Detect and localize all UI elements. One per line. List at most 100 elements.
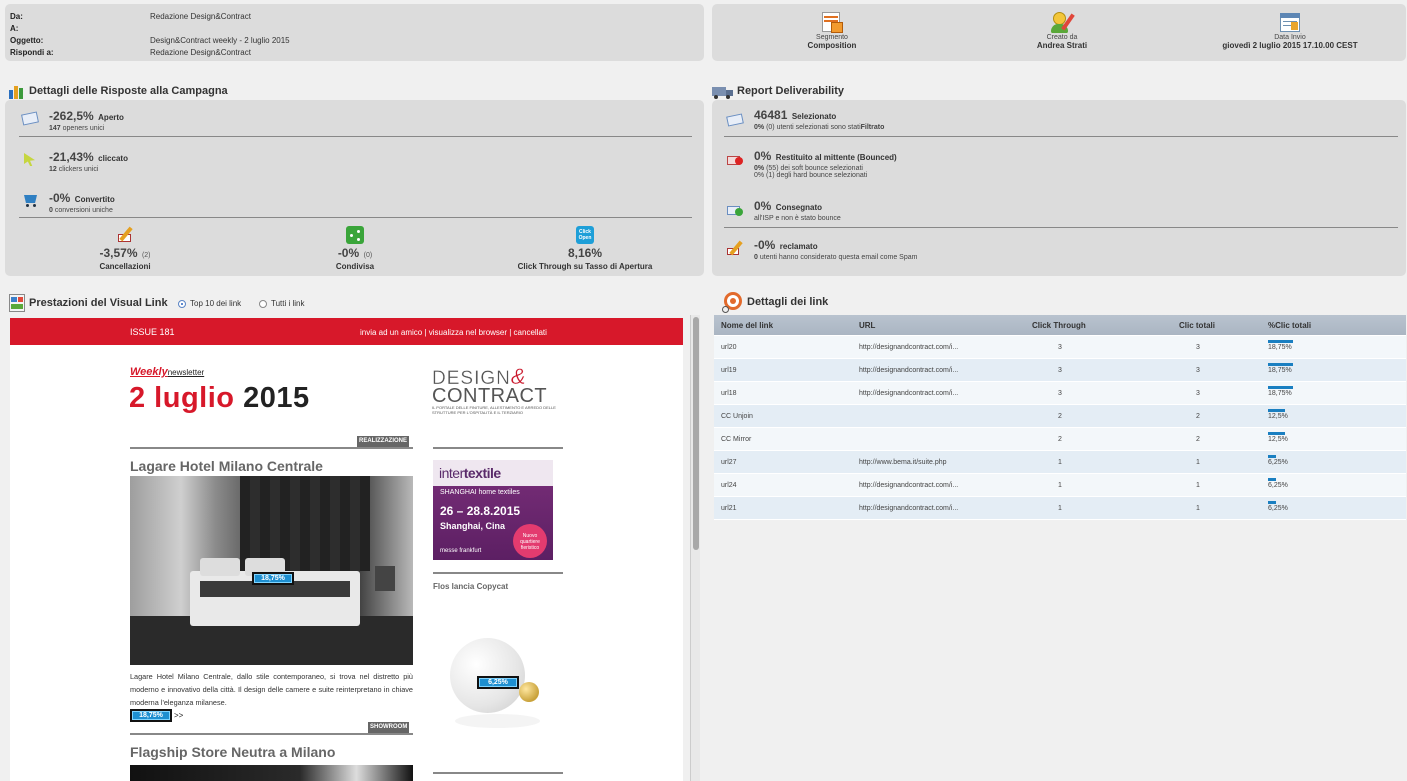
radio-all-links[interactable]: Tutti i link: [259, 299, 305, 308]
table-row[interactable]: CC Unjoin 2 2 12,5%: [714, 405, 1406, 428]
spam-icon: [726, 240, 744, 256]
radio-unselected-icon[interactable]: [259, 299, 267, 308]
header-row-to: A:: [10, 23, 19, 33]
responses-title: Dettagli delle Risposte alla Campagna: [8, 83, 228, 99]
pct-cell: 18,75%: [1268, 363, 1293, 374]
article1-title[interactable]: Lagare Hotel Milano Centrale: [130, 458, 323, 474]
envelope-icon: [21, 110, 39, 126]
brand-logo: DESIGN& CONTRACT IL PORTALE DELLE FINITU…: [432, 364, 556, 415]
link-name: url27: [721, 458, 737, 466]
link-name: CC Unjoin: [721, 412, 753, 420]
intertextile-ad[interactable]: intertextile SHANGHAI home textiles 26 –…: [433, 460, 553, 560]
link-details-title: Dettagli dei link: [722, 291, 828, 313]
table-row[interactable]: CC Mirror 2 2 12,5%: [714, 428, 1406, 451]
table-row[interactable]: url27 http://www.bema.it/suite.php 1 1 6,25%: [714, 451, 1406, 474]
deliv-selected: 46481 Selezionato 0% (0) utenti selezion…: [726, 106, 884, 131]
preview-scrollbar-track[interactable]: [690, 315, 700, 781]
newsletter-top-bar: ISSUE 181 invia ad un amico | visualizza…: [10, 318, 683, 345]
pct-cell: 6,25%: [1268, 455, 1288, 466]
table-row[interactable]: url19 http://designandcontract.com/i... 3 3…: [714, 359, 1406, 382]
selected-icon: [726, 111, 744, 127]
calendar-icon: [1277, 10, 1303, 34]
link-total-clicks: 2: [1196, 435, 1200, 443]
article2-title[interactable]: Flagship Store Neutra a Milano: [130, 744, 335, 760]
link-url[interactable]: http://designandcontract.com/i...: [859, 482, 958, 489]
click-badge[interactable]: 18,75%: [130, 709, 172, 722]
send-date-info: Data Invio giovedì 2 luglio 2015 17.10.0…: [1190, 10, 1390, 50]
col-total-clicks[interactable]: Clic totali: [1179, 321, 1215, 330]
click-badge[interactable]: 18,75%: [252, 572, 294, 585]
pct-bar: [1268, 455, 1277, 458]
article2-image[interactable]: [130, 765, 413, 781]
metric-converted: -0% Convertito 0 conversioni uniche: [21, 189, 115, 214]
click-badge[interactable]: 6,25%: [477, 676, 519, 689]
link-total-clicks: 1: [1196, 481, 1200, 489]
side-divider: [433, 447, 563, 449]
pct-cell: 18,75%: [1268, 340, 1293, 351]
side-divider: [433, 572, 563, 574]
article1-image[interactable]: [130, 476, 413, 665]
pct-label: 12,5%: [1268, 436, 1288, 443]
link-url[interactable]: http://designandcontract.com/i...: [859, 505, 958, 512]
deliv-delivered: 0% Consegnato all'ISP e non è stato boun…: [726, 197, 841, 222]
newsletter-date: 2 luglio 2015: [129, 382, 310, 414]
cart-icon: [21, 192, 39, 208]
article1-more-link[interactable]: >>: [174, 711, 183, 720]
table-row[interactable]: url20 http://designandcontract.com/i... 3 3…: [714, 336, 1406, 359]
link-click-through: 1: [1058, 481, 1062, 489]
col-pct-clicks[interactable]: %Clic totali: [1268, 321, 1311, 330]
link-name: CC Mirror: [721, 435, 752, 443]
pct-label: 18,75%: [1268, 367, 1292, 374]
pct-bar: [1268, 363, 1293, 366]
preview-scrollbar-thumb[interactable]: [693, 317, 699, 550]
metric-shared: -0% (0) Condivisa: [295, 226, 415, 271]
pct-bar: [1268, 386, 1293, 389]
pct-label: 12,5%: [1268, 413, 1288, 420]
weekly-label: Weeklynewsletter: [130, 366, 205, 378]
pct-label: 6,25%: [1268, 505, 1288, 512]
segment-icon: [819, 10, 845, 34]
col-url[interactable]: URL: [859, 321, 875, 330]
side-article-title[interactable]: Flos lancia Copycat: [433, 582, 508, 591]
layout-icon: [8, 293, 26, 313]
link-name: url20: [721, 343, 737, 351]
link-total-clicks: 2: [1196, 412, 1200, 420]
metric-opened: -262,5% Aperto 147 openers unici: [21, 107, 124, 132]
visual-link-title: Prestazioni del Visual Link: [8, 293, 168, 313]
segment-info: Segmento Composition: [792, 10, 872, 50]
side-divider: [433, 772, 563, 774]
link-click-through: 3: [1058, 343, 1062, 351]
newsletter-nav-links[interactable]: invia ad un amico | visualizza nel brows…: [360, 328, 547, 337]
deliverability-panel: 46481 Selezionato 0% (0) utenti selezion…: [712, 100, 1406, 276]
link-name: url24: [721, 481, 737, 489]
link-click-through: 2: [1058, 412, 1062, 420]
section-divider: [130, 733, 413, 735]
newsletter-preview[interactable]: ISSUE 181 invia ad un amico | visualizza…: [10, 318, 683, 781]
link-url[interactable]: http://designandcontract.com/i...: [859, 390, 958, 397]
divider: [19, 217, 692, 218]
pct-bar: [1268, 478, 1277, 481]
metric-click-to-open: Click Open 8,16% Click Through su Tasso …: [495, 226, 675, 271]
pct-cell: 12,5%: [1268, 432, 1288, 443]
table-row[interactable]: url18 http://designandcontract.com/i... 3 3…: [714, 382, 1406, 405]
header-row-from: Da: Redazione Design&Contract: [10, 11, 251, 21]
table-row[interactable]: url21 http://designandcontract.com/i... 1 1…: [714, 497, 1406, 520]
bounce-icon: [726, 152, 744, 168]
truck-icon: [712, 83, 734, 99]
divider: [724, 136, 1398, 137]
link-url[interactable]: http://designandcontract.com/i...: [859, 367, 958, 374]
col-name[interactable]: Nome del link: [721, 321, 773, 330]
link-url[interactable]: http://designandcontract.com/i...: [859, 344, 958, 351]
creator-icon: [1049, 10, 1075, 34]
col-click-through[interactable]: Click Through: [1032, 321, 1086, 330]
deliverability-title: Report Deliverability: [712, 83, 844, 99]
table-row[interactable]: url24 http://designandcontract.com/i... 1 1…: [714, 474, 1406, 497]
link-url[interactable]: http://www.bema.it/suite.php: [859, 459, 947, 466]
section-divider: [130, 447, 413, 449]
pct-label: 6,25%: [1268, 459, 1288, 466]
header-row-subject: Oggetto: Design&Contract weekly - 2 lugli…: [10, 35, 290, 45]
pct-cell: 18,75%: [1268, 386, 1293, 397]
radio-top10[interactable]: Top 10 dei link: [178, 299, 241, 308]
radio-selected-icon[interactable]: [178, 299, 186, 308]
metric-clicked: -21,43% cliccato 12 clickers unici: [21, 148, 128, 173]
